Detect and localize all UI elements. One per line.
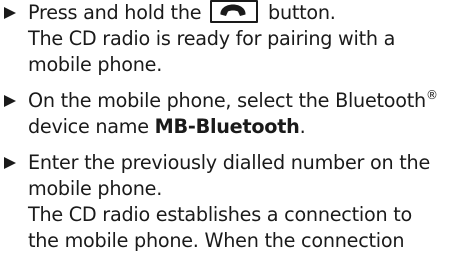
bullet-arrow-icon: [4, 7, 16, 19]
step-1-result-line-2: mobile phone.: [28, 53, 163, 76]
step-2-line-2-suffix: .: [299, 115, 306, 138]
registered-trademark-mark: ®: [425, 87, 438, 102]
step-3-line-3: The CD radio establishes a connection to: [28, 203, 412, 226]
step-3-line-4: the mobile phone. When the connection: [28, 229, 405, 252]
step-1-text-after: button.: [268, 1, 336, 24]
step-2-line-1: On the mobile phone, select the Bluetoot…: [28, 88, 468, 114]
phone-key-symbol: [210, 0, 259, 23]
step-1-action-line: Press and hold the button.: [28, 0, 468, 26]
step-2-line-2-prefix: device name: [28, 115, 155, 138]
step-2-line-1-text: On the mobile phone, select the Bluetoot…: [28, 89, 426, 112]
step-1-result-line-1: The CD radio is ready for pairing with a: [28, 27, 396, 50]
step-1-text-before: Press and hold the: [28, 1, 202, 24]
instruction-document: Press and hold the button. The CD radio …: [3, 0, 468, 254]
instruction-step-2: On the mobile phone, select the Bluetoot…: [3, 88, 468, 140]
step-3-line-1: Enter the previously dialled number on t…: [28, 151, 430, 174]
step-2-line-2: device name MB-Bluetooth.: [28, 114, 468, 140]
instruction-step-1: Press and hold the button. The CD radio …: [3, 0, 468, 78]
phone-handset-icon: [220, 4, 246, 16]
instruction-step-3: Enter the previously dialled number on t…: [3, 150, 468, 254]
bullet-arrow-icon: [4, 95, 16, 107]
step-3-line-2: mobile phone.: [28, 177, 163, 200]
bluetooth-device-name: MB-Bluetooth: [154, 115, 300, 138]
bullet-arrow-icon: [4, 157, 16, 169]
